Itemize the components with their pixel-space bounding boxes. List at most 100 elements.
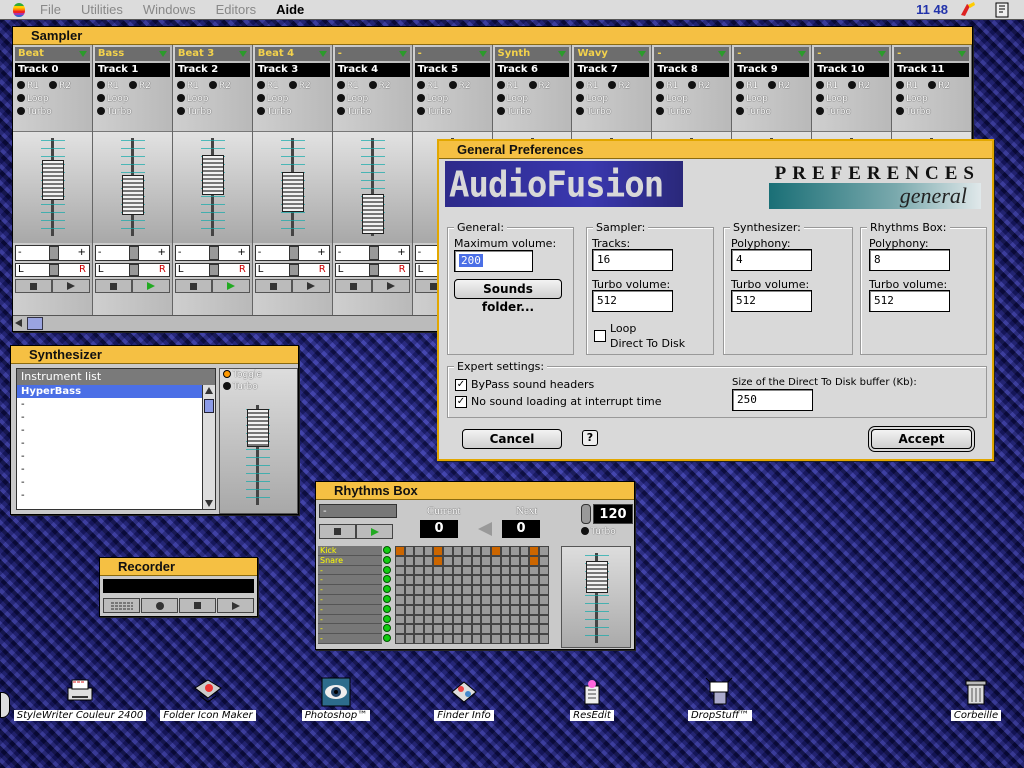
- r2-radio[interactable]: [48, 81, 57, 89]
- r2-option[interactable]: R2: [128, 81, 151, 91]
- step-cell[interactable]: [433, 634, 443, 644]
- step-cell[interactable]: [423, 546, 434, 556]
- step-cell[interactable]: [471, 565, 482, 576]
- loop-option[interactable]: Loop: [256, 93, 328, 106]
- dtd-buffer-field[interactable]: 250: [732, 389, 813, 411]
- mute-led[interactable]: [383, 565, 391, 574]
- r1-radio[interactable]: [816, 81, 825, 89]
- step-cell[interactable]: [442, 546, 453, 556]
- turbo-radio[interactable]: [736, 107, 745, 115]
- turbo-radio[interactable]: [17, 107, 25, 115]
- preferences-title[interactable]: General Preferences: [439, 141, 992, 159]
- loop-option[interactable]: Loop: [17, 93, 88, 106]
- turbo-radio[interactable]: [896, 107, 905, 115]
- step-cell[interactable]: [433, 565, 443, 576]
- step-cell[interactable]: [529, 604, 539, 615]
- turbo-option[interactable]: Turbo: [220, 381, 297, 393]
- loop-option[interactable]: Loop: [176, 93, 248, 106]
- r2-option[interactable]: R2: [688, 81, 710, 91]
- r1-radio[interactable]: [17, 81, 25, 89]
- rhythm-instrument-label[interactable]: Snare: [318, 555, 382, 566]
- step-cell[interactable]: [500, 624, 511, 635]
- loop-option[interactable]: Loop: [496, 93, 568, 106]
- step-cell[interactable]: [462, 565, 472, 576]
- step-cell[interactable]: [519, 585, 530, 595]
- r2-option[interactable]: R2: [368, 81, 391, 91]
- rhythm-turbo-option[interactable]: Turbo: [581, 527, 616, 537]
- r2-option[interactable]: R2: [528, 81, 551, 91]
- step-cell[interactable]: [538, 585, 549, 595]
- step-cell[interactable]: [462, 624, 472, 635]
- step-cell[interactable]: [404, 565, 415, 576]
- pan-slider[interactable]: LR: [254, 263, 330, 277]
- turbo-radio[interactable]: [96, 107, 105, 115]
- step-cell[interactable]: [510, 575, 520, 586]
- step-cell[interactable]: [510, 585, 520, 595]
- pan-knob[interactable]: [368, 264, 379, 276]
- instrument-item[interactable]: -: [17, 463, 215, 476]
- step-cell[interactable]: [471, 594, 482, 605]
- pitch-slider[interactable]: -+: [15, 245, 90, 261]
- desktop-icon-dropstuff[interactable]: DropStuff™: [680, 676, 760, 721]
- instrument-list[interactable]: Instrument list HyperBass - - - - - - - -: [16, 368, 216, 510]
- sample-select[interactable]: -: [814, 47, 890, 61]
- help-button[interactable]: ?: [582, 430, 598, 446]
- rhythm-stop-button[interactable]: [319, 524, 356, 539]
- step-cell[interactable]: [500, 634, 511, 644]
- step-cell[interactable]: [538, 565, 549, 576]
- step-cell[interactable]: [423, 594, 434, 605]
- instrument-item[interactable]: HyperBass: [17, 385, 215, 398]
- scroll-down-icon[interactable]: [205, 500, 213, 507]
- step-cell[interactable]: [442, 575, 453, 586]
- loop-option[interactable]: Loop: [336, 93, 408, 106]
- sample-select[interactable]: Beat: [15, 47, 90, 61]
- play-button[interactable]: [52, 279, 90, 293]
- step-cell[interactable]: [481, 575, 491, 586]
- r1-option[interactable]: R1: [656, 81, 678, 91]
- loop-option[interactable]: Loop: [576, 93, 647, 106]
- step-cell[interactable]: [490, 575, 501, 586]
- menu-aide[interactable]: Aide: [266, 2, 314, 17]
- r1-option[interactable]: R1: [896, 81, 918, 91]
- step-cell[interactable]: [529, 555, 539, 566]
- step-cell[interactable]: [395, 555, 405, 566]
- r2-radio[interactable]: [288, 81, 297, 89]
- step-cell[interactable]: [500, 565, 511, 576]
- step-cell[interactable]: [481, 604, 491, 615]
- r1-option[interactable]: R1: [176, 81, 199, 91]
- step-cell[interactable]: [433, 585, 443, 595]
- turbo-option[interactable]: Turbo: [816, 106, 887, 119]
- step-cell[interactable]: [395, 594, 405, 605]
- play-button[interactable]: [292, 279, 330, 293]
- turbo-radio[interactable]: [176, 107, 185, 115]
- menubar-clock[interactable]: 11 48: [916, 2, 948, 17]
- step-cell[interactable]: [433, 594, 443, 605]
- r2-option[interactable]: R2: [928, 81, 950, 91]
- step-cell[interactable]: [414, 575, 424, 586]
- scroll-left-icon[interactable]: [15, 319, 22, 327]
- synth-turbo-field[interactable]: 512: [731, 290, 812, 312]
- pitch-slider[interactable]: -+: [254, 245, 330, 261]
- instrument-list-scrollbar[interactable]: [202, 385, 215, 509]
- rhythm-instrument-label[interactable]: Kick: [318, 546, 382, 556]
- rhythms-box-title[interactable]: Rhythms Box: [316, 482, 634, 500]
- volume-fader[interactable]: [281, 172, 304, 213]
- step-cell[interactable]: [423, 555, 434, 566]
- r2-radio[interactable]: [448, 81, 457, 89]
- loop-option[interactable]: Loop: [96, 93, 168, 106]
- step-cell[interactable]: [433, 555, 443, 566]
- step-cell[interactable]: [510, 555, 520, 566]
- step-cell[interactable]: [442, 634, 453, 644]
- step-cell[interactable]: [481, 594, 491, 605]
- sample-select[interactable]: Bass: [94, 47, 170, 61]
- tracks-field[interactable]: 16: [592, 249, 673, 271]
- desktop-icon-stylewriter[interactable]: StyleWriter Couleur 2400: [10, 676, 150, 721]
- menu-utilities[interactable]: Utilities: [71, 2, 133, 17]
- step-cell[interactable]: [462, 575, 472, 586]
- step-cell[interactable]: [395, 624, 405, 635]
- step-cell[interactable]: [490, 565, 501, 576]
- sample-select[interactable]: -: [654, 47, 730, 61]
- step-cell[interactable]: [510, 546, 520, 556]
- rhythm-instrument-label[interactable]: -: [318, 604, 382, 615]
- step-cell[interactable]: [442, 604, 453, 615]
